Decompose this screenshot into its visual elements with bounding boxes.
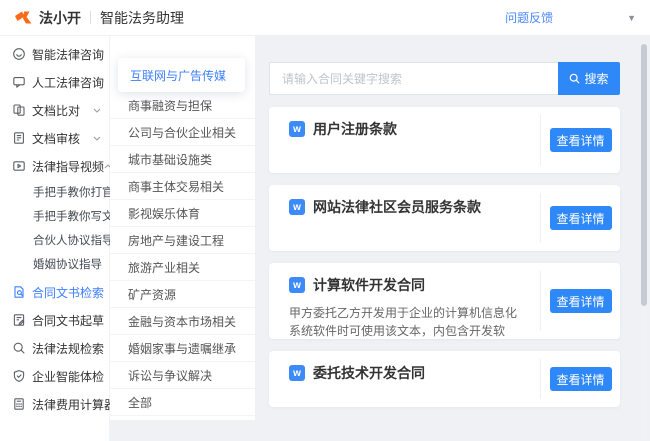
view-detail-button[interactable]: 查看详情 xyxy=(550,128,612,152)
scrollbar-thumb[interactable] xyxy=(641,44,647,306)
sidebar-item-enterprise-check[interactable]: 企业智能体检 xyxy=(0,362,109,390)
sidebar-item-contract-search[interactable]: 合同文书检索 xyxy=(0,278,109,306)
category-item[interactable]: 婚姻家事与遗嘱继承 xyxy=(110,335,255,362)
view-detail-button[interactable]: 查看详情 xyxy=(550,206,612,230)
header-divider xyxy=(90,11,91,24)
sidebar-tools-group: 合同文书检索 合同文书起草 法律法规检索 企业智能体检 xyxy=(0,278,109,418)
contract-title: 计算软件开发合同 xyxy=(313,275,425,295)
search-icon xyxy=(569,73,580,84)
vertical-scrollbar xyxy=(641,42,647,439)
contract-card: w 用户注册条款 查看详情 xyxy=(269,107,620,173)
sidebar-subitem-marriage-agreement[interactable]: 婚姻协议指导 xyxy=(0,252,109,276)
word-doc-icon: w xyxy=(289,199,305,215)
contract-card-actions: 查看详情 xyxy=(540,271,620,331)
category-item[interactable]: 商事融资与担保 xyxy=(110,92,255,119)
sidebar-subitem-partner-agreement[interactable]: 合伙人协议指导 xyxy=(0,228,109,252)
header-right: 问题反馈 ▼ xyxy=(505,9,636,26)
contract-search-icon xyxy=(12,285,26,299)
sidebar-item-label: 企业智能体检 xyxy=(32,368,104,385)
sidebar-item-manual-consult[interactable]: 人工法律咨询 xyxy=(0,68,109,96)
category-item[interactable]: 商事主体交易相关 xyxy=(110,173,255,200)
contract-card-actions: 查看详情 xyxy=(540,193,620,243)
sidebar-item-guide-videos[interactable]: 法律指导视频 xyxy=(0,152,109,180)
chat-bubble-icon xyxy=(12,75,26,89)
category-item[interactable]: 公司与合伙企业相关 xyxy=(110,119,255,146)
sidebar-item-label: 文档审核 xyxy=(32,130,80,147)
sidebar-item-label: 合同文书起草 xyxy=(32,312,104,329)
sidebar-item-doc-compare[interactable]: 文档比对 xyxy=(0,96,109,124)
contract-card-main: w 网站法律社区会员服务条款 xyxy=(269,185,540,251)
shield-check-icon xyxy=(12,369,26,383)
doc-compare-icon xyxy=(12,103,26,117)
contract-card: w 委托技术开发合同 查看详情 xyxy=(269,351,620,407)
sidebar-item-label: 合同文书检索 xyxy=(32,284,104,301)
contract-card-main: w 委托技术开发合同 xyxy=(269,351,540,407)
user-menu-caret-icon[interactable]: ▼ xyxy=(627,13,636,23)
sidebar-nav: 智能法律咨询 人工法律咨询 文档比对 文档审核 xyxy=(0,36,110,441)
category-item[interactable]: 影视娱乐体育 xyxy=(110,200,255,227)
product-title: 智能法务助理 xyxy=(100,8,184,28)
word-doc-icon: w xyxy=(289,277,305,293)
sidebar-item-doc-review[interactable]: 文档审核 xyxy=(0,124,109,152)
feedback-link[interactable]: 问题反馈 xyxy=(505,9,553,26)
sidebar-item-label: 人工法律咨询 xyxy=(32,74,104,91)
category-item-active[interactable]: 互联网与广告传媒 xyxy=(118,58,245,92)
category-item[interactable]: 旅游产业相关 xyxy=(110,254,255,281)
results-area: 搜索 w 用户注册条款 查看详情 w 网站法律社区会员服务条款 查看详情 xyxy=(255,36,650,441)
contract-title: 网站法律社区会员服务条款 xyxy=(313,197,481,217)
view-detail-button[interactable]: 查看详情 xyxy=(550,367,612,391)
word-doc-icon: w xyxy=(289,365,305,381)
chevron-down-icon xyxy=(93,136,101,141)
category-item[interactable]: 金融与资本市场相关 xyxy=(110,308,255,335)
contract-title: 用户注册条款 xyxy=(313,119,397,139)
category-panel: 互联网与广告传媒 商事融资与担保 公司与合伙企业相关 城市基础设施类 商事主体交… xyxy=(110,36,255,420)
contract-title: 委托技术开发合同 xyxy=(313,363,425,383)
sidebar-item-label: 文档比对 xyxy=(32,102,80,119)
view-detail-button[interactable]: 查看详情 xyxy=(550,289,612,313)
contract-card-main: w 计算软件开发合同 甲方委托乙方开发用于企业的计算机信息化系统软件时可使用该文… xyxy=(269,263,540,339)
category-item[interactable]: 矿产资源 xyxy=(110,281,255,308)
sidebar-item-fee-calculator[interactable]: 法律费用计算器 xyxy=(0,390,109,418)
sidebar-item-contract-draft[interactable]: 合同文书起草 xyxy=(0,306,109,334)
doc-review-icon xyxy=(12,131,26,145)
category-item[interactable]: 诉讼与争议解决 xyxy=(110,362,255,389)
brand-logo-icon xyxy=(14,10,33,25)
contract-card-actions: 查看详情 xyxy=(540,115,620,165)
app-header: 法小开 智能法务助理 问题反馈 ▼ xyxy=(0,0,650,36)
contract-card: w 计算软件开发合同 甲方委托乙方开发用于企业的计算机信息化系统软件时可使用该文… xyxy=(269,263,620,339)
sidebar-subitem-lawsuit[interactable]: 手把手教你打官司 xyxy=(0,180,109,204)
contract-card-actions: 查看详情 xyxy=(540,359,620,399)
search-button-label: 搜索 xyxy=(584,70,608,87)
search-input[interactable] xyxy=(269,62,558,95)
category-item[interactable]: 城市基础设施类 xyxy=(110,146,255,173)
calculator-icon xyxy=(12,397,26,411)
brand-name: 法小开 xyxy=(39,8,81,28)
search-button[interactable]: 搜索 xyxy=(558,62,620,95)
sidebar-item-label: 法律法规检索 xyxy=(32,340,104,357)
word-doc-icon: w xyxy=(289,121,305,137)
video-play-icon xyxy=(12,159,26,173)
contract-description: 甲方委托乙方开发用于企业的计算机信息化系统软件时可使用该文本，内包含开发软件、交… xyxy=(289,304,528,339)
sidebar-subitem-write-docs[interactable]: 手把手教你写文书 xyxy=(0,204,109,228)
ai-chat-icon xyxy=(12,47,26,61)
chevron-down-icon xyxy=(93,108,101,113)
contract-draft-icon xyxy=(12,313,26,327)
sidebar-item-label: 法律费用计算器 xyxy=(32,396,116,413)
sidebar-item-smart-consult[interactable]: 智能法律咨询 xyxy=(0,40,109,68)
category-item[interactable]: 全部 xyxy=(110,389,255,416)
law-search-icon xyxy=(12,341,26,355)
sidebar-item-law-search[interactable]: 法律法规检索 xyxy=(0,334,109,362)
sidebar-item-label: 法律指导视频 xyxy=(32,158,104,175)
sidebar-item-label: 智能法律咨询 xyxy=(32,46,104,63)
search-bar: 搜索 xyxy=(269,62,620,95)
category-item[interactable]: 房地产与建设工程 xyxy=(110,227,255,254)
contract-card: w 网站法律社区会员服务条款 查看详情 xyxy=(269,185,620,251)
contract-card-main: w 用户注册条款 xyxy=(269,107,540,173)
